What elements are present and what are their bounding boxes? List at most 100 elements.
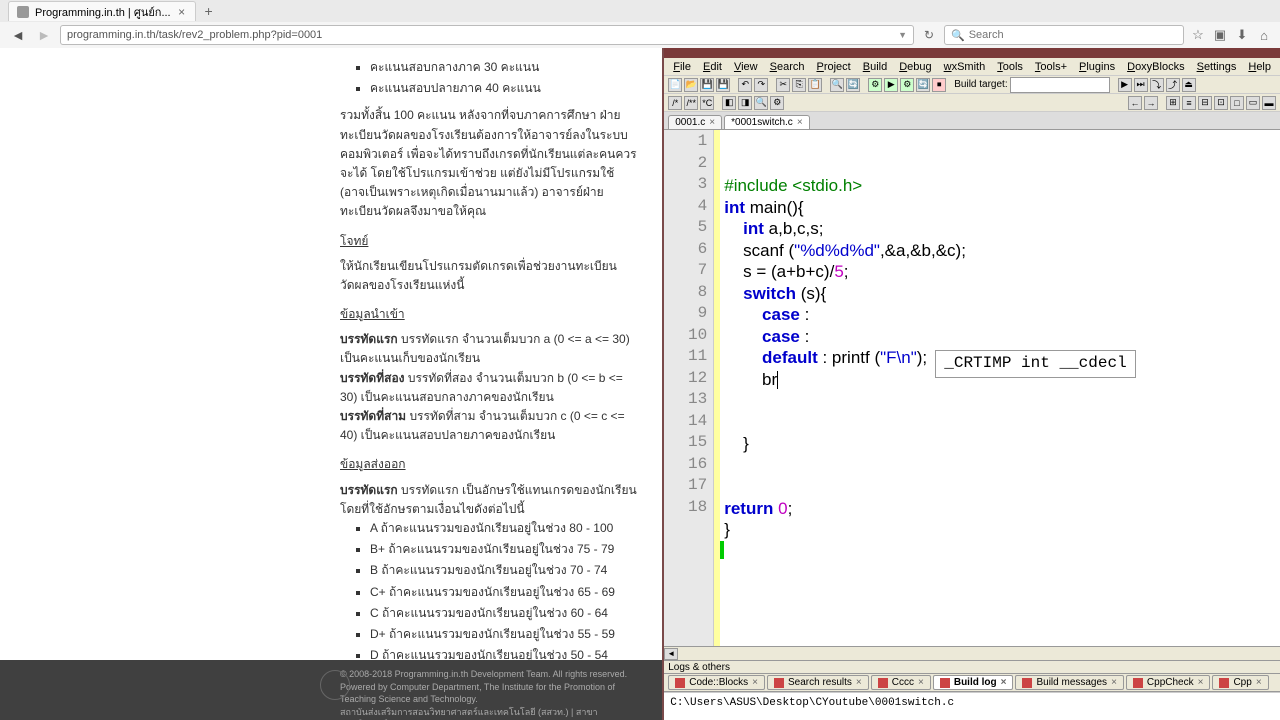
close-icon[interactable]: × xyxy=(1198,677,1204,688)
paste-icon[interactable]: 📋 xyxy=(808,78,822,92)
reload-button[interactable]: ↻ xyxy=(920,26,938,44)
menu-project[interactable]: Project xyxy=(811,61,855,73)
undo-icon[interactable]: ↶ xyxy=(738,78,752,92)
close-icon[interactable]: × xyxy=(1256,677,1262,688)
downloads-icon[interactable]: ⬇ xyxy=(1234,27,1250,43)
debug-continue-icon[interactable]: ▶ xyxy=(1118,78,1132,92)
code-line[interactable]: int main(){ xyxy=(724,197,1276,219)
log-tab-cpp[interactable]: Cpp× xyxy=(1212,675,1268,690)
tb-icon[interactable]: ≡ xyxy=(1182,96,1196,110)
close-icon[interactable]: × xyxy=(1111,677,1117,688)
stop-icon[interactable]: ⏹ xyxy=(932,78,946,92)
open-icon[interactable]: 📂 xyxy=(684,78,698,92)
close-icon[interactable]: × xyxy=(709,117,715,128)
tb-icon[interactable]: ⊞ xyxy=(1166,96,1180,110)
scroll-left-icon[interactable]: ◄ xyxy=(664,648,678,660)
debug-step-icon[interactable]: ⤴ xyxy=(1166,78,1180,92)
menu-edit[interactable]: Edit xyxy=(698,61,727,73)
log-tab-build-messages[interactable]: Build messages× xyxy=(1015,675,1123,690)
code-line[interactable] xyxy=(724,390,1276,412)
code-line[interactable] xyxy=(724,476,1276,498)
tb-icon[interactable]: □ xyxy=(1230,96,1244,110)
close-icon[interactable]: × xyxy=(1001,677,1007,688)
close-icon[interactable]: × xyxy=(752,677,758,688)
code-line[interactable]: } xyxy=(724,433,1276,455)
build-run-icon[interactable]: ⚙ xyxy=(900,78,914,92)
tb-icon[interactable]: ⊡ xyxy=(1214,96,1228,110)
dropdown-icon[interactable]: ▼ xyxy=(898,30,907,40)
codeblocks-titlebar[interactable] xyxy=(664,48,1280,58)
browser-tab[interactable]: Programming.in.th | ศูนย์ก... × xyxy=(8,1,196,21)
menu-help[interactable]: Help xyxy=(1243,61,1276,73)
log-tab-cppcheck[interactable]: CppCheck× xyxy=(1126,675,1211,690)
tb-icon[interactable]: /* xyxy=(668,96,682,110)
tb-icon[interactable]: ◧ xyxy=(722,96,736,110)
menu-plugins[interactable]: Plugins xyxy=(1074,61,1120,73)
back-button[interactable]: ◄ xyxy=(8,25,28,45)
tb-icon[interactable]: ⊟ xyxy=(1198,96,1212,110)
log-tab-build-log[interactable]: Build log× xyxy=(933,675,1014,690)
menu-wxsmith[interactable]: wxSmith xyxy=(939,61,991,73)
run-icon[interactable]: ▶ xyxy=(884,78,898,92)
redo-icon[interactable]: ↷ xyxy=(754,78,768,92)
tb-icon[interactable]: ⚙ xyxy=(770,96,784,110)
code-line[interactable]: case : xyxy=(724,304,1276,326)
forward-button[interactable]: ► xyxy=(34,25,54,45)
search-input[interactable] xyxy=(969,29,1177,41)
code-line[interactable]: case : xyxy=(724,326,1276,348)
menu-tools+[interactable]: Tools+ xyxy=(1030,61,1072,73)
close-icon[interactable]: × xyxy=(177,7,187,17)
cut-icon[interactable]: ✂ xyxy=(776,78,790,92)
url-input[interactable] xyxy=(67,29,898,41)
log-tab-search-results[interactable]: Search results× xyxy=(767,675,869,690)
code-line[interactable]: return 0; xyxy=(724,498,1276,520)
code-line[interactable] xyxy=(724,412,1276,434)
code-line[interactable]: int a,b,c,s; xyxy=(724,218,1276,240)
autocomplete-popup[interactable]: _CRTIMP int __cdecl xyxy=(935,350,1135,378)
code-line[interactable]: switch (s){ xyxy=(724,283,1276,305)
code-line[interactable] xyxy=(724,455,1276,477)
tb-icon[interactable]: /** xyxy=(684,96,698,110)
horizontal-scrollbar[interactable]: ◄ xyxy=(664,646,1280,660)
editor-tab[interactable]: *0001switch.c× xyxy=(724,115,810,129)
tb-icon[interactable]: *C xyxy=(700,96,714,110)
debug-out-icon[interactable]: ⏏ xyxy=(1182,78,1196,92)
menu-view[interactable]: View xyxy=(729,61,763,73)
tb-icon[interactable]: ◨ xyxy=(738,96,752,110)
debug-run-cursor-icon[interactable]: ⏭ xyxy=(1134,78,1148,92)
logs-title[interactable]: Logs & others xyxy=(664,660,1280,674)
menu-search[interactable]: Search xyxy=(765,61,810,73)
nav-back-icon[interactable]: ← xyxy=(1128,96,1142,110)
nav-fwd-icon[interactable]: → xyxy=(1144,96,1158,110)
rebuild-icon[interactable]: 🔄 xyxy=(916,78,930,92)
find-icon[interactable]: 🔍 xyxy=(830,78,844,92)
url-bar[interactable]: ▼ xyxy=(60,25,914,45)
menu-debug[interactable]: Debug xyxy=(894,61,936,73)
debug-next-icon[interactable]: ⤵ xyxy=(1150,78,1164,92)
close-icon[interactable]: × xyxy=(856,677,862,688)
code-editor[interactable]: 123456789101112131415161718 #include <st… xyxy=(664,130,1280,646)
build-icon[interactable]: ⚙ xyxy=(868,78,882,92)
code-line[interactable]: } xyxy=(724,519,1276,541)
menu-settings[interactable]: Settings xyxy=(1192,61,1242,73)
menu-tools[interactable]: Tools xyxy=(992,61,1028,73)
log-tab-cccc[interactable]: Cccc× xyxy=(871,675,931,690)
new-tab-button[interactable]: + xyxy=(200,2,218,20)
tb-icon[interactable]: ▬ xyxy=(1262,96,1276,110)
code-line[interactable]: s = (a+b+c)/5; xyxy=(724,261,1276,283)
replace-icon[interactable]: 🔄 xyxy=(846,78,860,92)
editor-tab[interactable]: 0001.c× xyxy=(668,115,722,129)
tb-icon[interactable]: ▭ xyxy=(1246,96,1260,110)
copy-icon[interactable]: ⎘ xyxy=(792,78,806,92)
search-bar[interactable]: 🔍 xyxy=(944,25,1184,45)
menu-doxyblocks[interactable]: DoxyBlocks xyxy=(1122,61,1189,73)
bookmark-icon[interactable]: ☆ xyxy=(1190,27,1206,43)
tb-icon[interactable]: 🔍 xyxy=(754,96,768,110)
menu-build[interactable]: Build xyxy=(858,61,892,73)
log-tab-code-blocks[interactable]: Code::Blocks× xyxy=(668,675,765,690)
save-icon[interactable]: 💾 xyxy=(700,78,714,92)
build-target-select[interactable] xyxy=(1010,77,1110,93)
code-area[interactable]: #include <stdio.h>int main(){ int a,b,c,… xyxy=(720,130,1280,646)
menu-bar[interactable]: FileEditViewSearchProjectBuildDebugwxSmi… xyxy=(664,58,1280,76)
menu-file[interactable]: File xyxy=(668,61,696,73)
